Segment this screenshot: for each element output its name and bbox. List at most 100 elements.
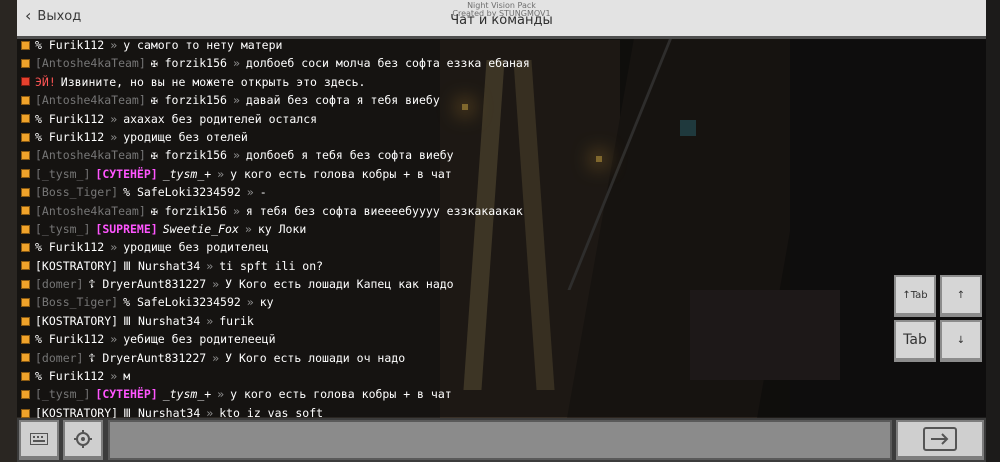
chat-icon bbox=[21, 279, 30, 289]
chat-message: [KOSTRATORY] Ⅲ Nurshat34 » furik bbox=[17, 312, 986, 330]
message-text: [Boss_Tiger] bbox=[35, 295, 119, 310]
message-text: % Furik112 bbox=[35, 38, 105, 52]
message-text: % Furik112 bbox=[35, 129, 105, 144]
chat-icon bbox=[21, 59, 30, 69]
chat-icon bbox=[21, 298, 30, 308]
chat-icon bbox=[21, 334, 30, 344]
message-separator: » bbox=[110, 129, 118, 144]
message-separator: » bbox=[110, 38, 118, 52]
message-text: долбоеб соси молча без софта еззка ебана… bbox=[245, 56, 530, 71]
message-text: % SafeLoki3234592 bbox=[123, 185, 241, 200]
message-text: [KOSTRATORY] bbox=[35, 313, 119, 328]
history-up-button[interactable]: ↑ bbox=[940, 275, 982, 317]
message-text: [Boss_Tiger] bbox=[35, 185, 119, 200]
chat-icon bbox=[21, 371, 30, 381]
send-button[interactable] bbox=[896, 420, 984, 460]
message-separator: » bbox=[246, 185, 254, 200]
message-text: уродище без родителец bbox=[123, 240, 269, 255]
chat-message: [_tysm_] [SUPREME] Sweetie_Fox » ку Локи bbox=[17, 220, 986, 238]
chat-message: [Antoshe4kaTeam] ✠ forzik156 » я тебя без с… bbox=[17, 202, 986, 220]
message-separator: » bbox=[217, 387, 225, 402]
message-text: я тебя без софта виеееебуууу еззкакаакак bbox=[245, 203, 523, 218]
message-separator: » bbox=[110, 369, 118, 384]
message-text: ✠ forzik156 bbox=[150, 93, 227, 108]
message-text: Ⅲ Nurshat34 bbox=[123, 258, 201, 273]
chat-icon bbox=[21, 261, 30, 271]
shift-tab-button[interactable]: ↑Tab bbox=[894, 275, 936, 317]
message-text: Извините, но вы не можете открыть это зд… bbox=[60, 74, 366, 89]
message-text: ку bbox=[259, 295, 274, 310]
message-text: % SafeLoki3234592 bbox=[123, 295, 241, 310]
chat-message: % Furik112 » уродище без родителец bbox=[17, 238, 986, 256]
message-separator: » bbox=[110, 240, 118, 255]
message-separator: » bbox=[244, 221, 252, 236]
chat-log[interactable]: % Furik112 » у самого то нету матери [Antos… bbox=[17, 36, 986, 420]
message-separator: » bbox=[217, 166, 225, 181]
message-text: давай без софта я тебя виебу bbox=[245, 93, 440, 108]
message-text: Ⅲ Nurshat34 bbox=[123, 313, 201, 328]
chat-message: [Antoshe4kaTeam] ✠ forzik156 » давай без со… bbox=[17, 91, 986, 109]
page-title: Чат и команды bbox=[450, 13, 553, 28]
chat-message: [Antoshe4kaTeam] ✠ forzik156 » долбоеб я те… bbox=[17, 146, 986, 164]
message-text: [_tysm_] bbox=[35, 166, 91, 181]
chat-icon bbox=[21, 169, 30, 179]
message-text: [_tysm_] bbox=[35, 221, 91, 236]
message-text: [Antoshe4kaTeam] bbox=[35, 56, 146, 71]
message-text: м bbox=[123, 369, 131, 384]
chat-message: [_tysm_] [СУТЕНЁР] _tysm_+ » у кого есть гол… bbox=[17, 165, 986, 183]
message-text: у кого есть голова кобры + в чат bbox=[230, 166, 452, 181]
message-separator: » bbox=[110, 332, 118, 347]
message-text: _tysm_+ bbox=[162, 387, 212, 402]
message-text: % Furik112 bbox=[35, 332, 105, 347]
chat-message: % Furik112 » ахахах без родителей остался bbox=[17, 110, 986, 128]
message-text: ☦ DryerAunt831227 bbox=[88, 350, 207, 365]
message-separator: » bbox=[110, 111, 118, 126]
keyboard-button[interactable] bbox=[19, 420, 59, 460]
message-text: Sweetie_Fox bbox=[162, 221, 239, 236]
chat-message: [domer] ☦ DryerAunt831227 » У Кого есть лош… bbox=[17, 275, 986, 293]
message-separator: » bbox=[232, 148, 240, 163]
chat-message: [Boss_Tiger] % SafeLoki3234592 » - bbox=[17, 183, 986, 201]
send-arrow-icon bbox=[923, 427, 957, 451]
message-separator: » bbox=[212, 277, 220, 292]
history-down-button[interactable]: ↓ bbox=[940, 320, 982, 362]
chat-icon bbox=[21, 187, 30, 197]
shift-tab-label: ↑Tab bbox=[902, 289, 928, 301]
message-text: У Кого есть лошади Капец как надо bbox=[225, 277, 454, 292]
message-text: % Furik112 bbox=[35, 111, 105, 126]
message-text: уебище без родителеецй bbox=[123, 332, 276, 347]
message-text: [Antoshe4kaTeam] bbox=[35, 203, 146, 218]
message-text: [KOSTRATORY] bbox=[35, 258, 119, 273]
chat-message: % Furik112 » м bbox=[17, 367, 986, 385]
chat-input[interactable] bbox=[108, 420, 892, 460]
header-bar: Night Vision Pack Created by STUNGMOV1 ‹… bbox=[17, 0, 986, 39]
settings-button[interactable] bbox=[63, 420, 103, 460]
chat-message: % Furik112 » уебище без родителеецй bbox=[17, 330, 986, 348]
chat-icon bbox=[21, 40, 30, 50]
message-text: - bbox=[259, 185, 267, 200]
message-text: [domer] bbox=[35, 277, 84, 292]
message-text: _tysm_+ bbox=[162, 166, 212, 181]
message-text: [_tysm_] bbox=[35, 387, 91, 402]
chat-message: % Furik112 » у самого то нету матери bbox=[17, 36, 986, 54]
message-text: [domer] bbox=[35, 350, 84, 365]
chat-icon bbox=[21, 132, 30, 142]
chat-icon bbox=[21, 353, 30, 363]
chat-message: [Antoshe4kaTeam] ✠ forzik156 » долбоеб соси… bbox=[17, 54, 986, 72]
message-text: [СУТЕНЁР] bbox=[95, 166, 158, 181]
gear-icon bbox=[74, 430, 92, 448]
chat-icon bbox=[21, 390, 30, 400]
message-text: ЭЙ! bbox=[35, 74, 56, 89]
tab-button[interactable]: Tab bbox=[894, 320, 936, 362]
chat-message: [Boss_Tiger] % SafeLoki3234592 » ку bbox=[17, 293, 986, 311]
tab-label: Tab bbox=[903, 332, 927, 348]
message-text: ✠ forzik156 bbox=[150, 203, 227, 218]
message-text: furik bbox=[219, 313, 254, 328]
keyboard-icon bbox=[30, 433, 48, 445]
chat-icon bbox=[21, 206, 30, 216]
chat-icon bbox=[21, 95, 30, 105]
message-separator: » bbox=[232, 93, 240, 108]
chat-icon bbox=[21, 316, 30, 326]
chat-message: [domer] ☦ DryerAunt831227 » У Кого есть лош… bbox=[17, 349, 986, 367]
message-text: долбоеб я тебя без софта виебу bbox=[245, 148, 454, 163]
